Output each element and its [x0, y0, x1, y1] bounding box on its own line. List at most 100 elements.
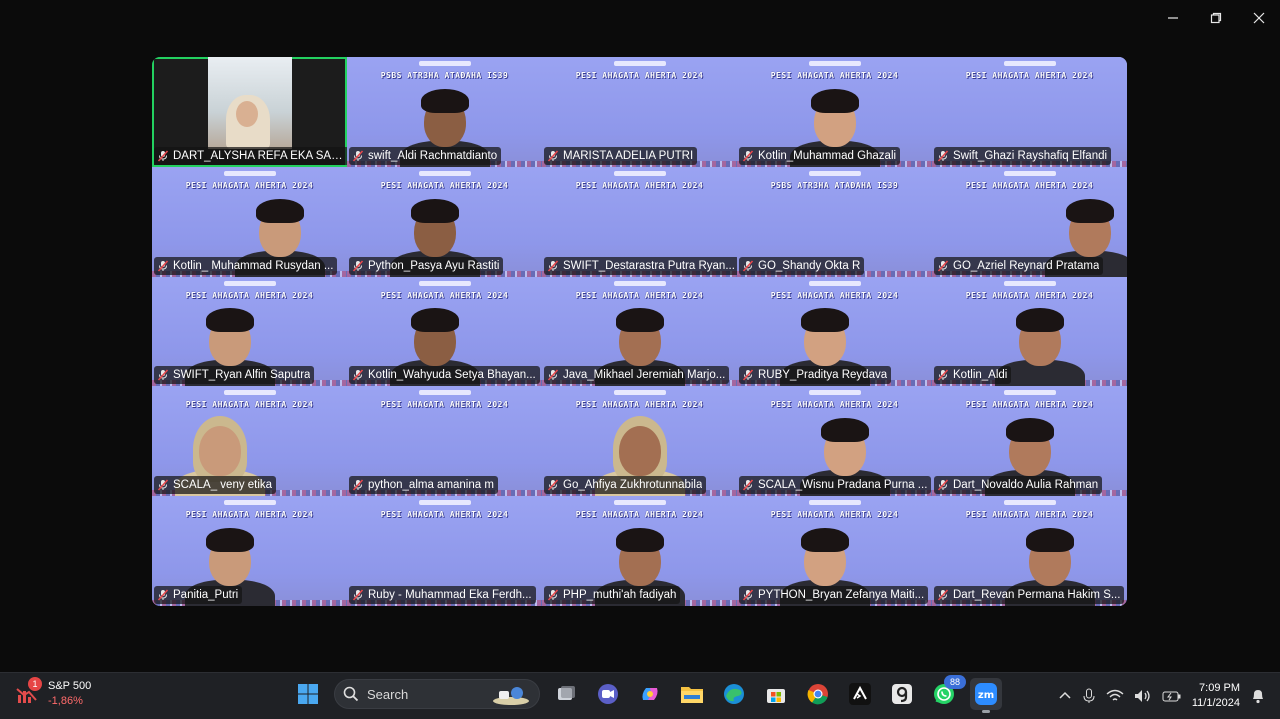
file-explorer-button[interactable]: [676, 678, 708, 710]
participant-tile[interactable]: PESI AHAGATA AHERTA 2024 PHP_muthi'ah fad…: [542, 496, 737, 606]
participant-nametag: Go_Ahfiya Zukhrotunnabila: [544, 476, 707, 495]
participant-tile[interactable]: PESI AHAGATA AHERTA 2024 Kotlin_ Muhammad…: [152, 166, 347, 277]
mic-muted-icon: [547, 479, 559, 491]
clock-time: 7:09 PM: [1199, 682, 1240, 694]
participant-tile[interactable]: PESI AHAGATA AHERTA 2024 SWIFT_Destarastr…: [542, 166, 737, 277]
copilot-button[interactable]: [634, 678, 666, 710]
participant-tile[interactable]: PESI AHAGATA AHERTA 2024 Go_Ahfiya Zukhro…: [542, 386, 737, 497]
participant-tile[interactable]: PESI AHAGATA AHERTA 2024 RUBY_Praditya Re…: [737, 276, 932, 387]
participant-tile[interactable]: PESI AHAGATA AHERTA 2024 Kotlin_Wahyuda S…: [347, 276, 542, 387]
notification-bell-icon[interactable]: [1250, 688, 1266, 704]
edge-button[interactable]: [718, 678, 750, 710]
battery-charging-icon[interactable]: [1162, 689, 1182, 703]
task-view-button[interactable]: [550, 678, 582, 710]
edge-icon: [724, 684, 744, 704]
participant-tile[interactable]: PESI AHAGATA AHERTA 2024 PYTHON_Bryan Zef…: [737, 496, 932, 606]
banner-bar: [223, 500, 276, 506]
participant-tile[interactable]: PESI AHAGATA AHERTA 2024 Java_Mikhael Jer…: [542, 276, 737, 387]
participant-nametag: SWIFT_Destarastra Putra Ryan...: [544, 256, 737, 275]
store-button[interactable]: [760, 678, 792, 710]
participant-tile[interactable]: PESI AHAGATA AHERTA 2024 GO_Azriel Reynar…: [932, 166, 1127, 277]
participant-nametag: swift_Aldi Rachmatdianto: [349, 146, 502, 165]
close-button[interactable]: [1237, 0, 1280, 36]
virtual-background-banner: PESI AHAGATA AHERTA 2024: [575, 180, 704, 190]
participant-name: PYTHON_Bryan Zefanya Maiti...: [758, 588, 925, 601]
whatsapp-badge: 88: [944, 675, 966, 689]
chrome-button[interactable]: [802, 678, 834, 710]
participant-nametag: RUBY_Praditya Reydava: [739, 366, 892, 385]
participant-nametag: Ruby - Muhammad Eka Ferdh...: [349, 585, 536, 604]
mic-muted-icon: [937, 589, 949, 601]
volume-icon[interactable]: [1134, 689, 1152, 703]
minimize-button[interactable]: [1151, 0, 1194, 36]
mic-muted-icon: [352, 369, 364, 381]
mic-muted-icon: [352, 589, 364, 601]
participant-nametag: Kotlin_ Muhammad Rusydan ...: [154, 256, 338, 275]
start-button[interactable]: [292, 678, 324, 710]
participant-tile[interactable]: PESI AHAGATA AHERTA 2024 Panitia_Putri: [152, 496, 347, 606]
banner-bar: [418, 500, 471, 506]
participant-tile[interactable]: PESI AHAGATA AHERTA 2024 Ruby - Muhammad …: [347, 496, 542, 606]
participant-nametag: python_alma amanina m: [349, 476, 498, 495]
participant-tile[interactable]: PSBS ATR3HA ATAĐAHA IS39 GO_Shandy Okta R: [737, 166, 932, 277]
participant-tile[interactable]: PESI AHAGATA AHERTA 2024 SCALA_ veny etik…: [152, 386, 347, 497]
restore-button[interactable]: [1194, 0, 1237, 36]
virtual-background-banner: PESI AHAGATA AHERTA 2024: [380, 510, 509, 520]
mic-muted-icon: [742, 150, 754, 162]
banner-bar: [223, 280, 276, 286]
virtual-background-banner: PESI AHAGATA AHERTA 2024: [965, 71, 1094, 80]
minimize-icon: [1167, 17, 1178, 19]
banner-bar: [223, 390, 276, 396]
banner-bar: [808, 390, 861, 396]
mic-muted-icon: [157, 150, 169, 162]
banner-bar: [613, 61, 666, 66]
notes-button[interactable]: [886, 678, 918, 710]
zoom-chat-button[interactable]: [592, 678, 624, 710]
participant-tile[interactable]: PESI AHAGATA AHERTA 2024 Dart_Revan Perma…: [932, 496, 1127, 606]
participant-nametag: GO_Azriel Reynard Pratama: [934, 256, 1104, 275]
store-icon: [767, 689, 785, 703]
banner-bar: [613, 280, 666, 286]
participant-name: GO_Shandy Okta R: [758, 259, 861, 272]
mic-muted-icon: [157, 369, 169, 381]
participant-name: PHP_muthi'ah fadiyah: [563, 588, 677, 601]
clock[interactable]: 7:09 PM 11/1/2024: [1192, 681, 1240, 711]
microphone-icon[interactable]: [1082, 688, 1096, 704]
virtual-background-banner: PESI AHAGATA AHERTA 2024: [380, 400, 509, 410]
participant-tile[interactable]: PESI AHAGATA AHERTA 2024 Kotlin_Muhammad …: [737, 57, 932, 167]
mic-muted-icon: [742, 369, 754, 381]
terminal-button[interactable]: [844, 678, 876, 710]
participant-tile[interactable]: PESI AHAGATA AHERTA 2024 Swift_Ghazi Rays…: [932, 57, 1127, 167]
search-icon: [343, 686, 359, 702]
search-box[interactable]: Search: [334, 679, 540, 709]
banner-bar: [613, 500, 666, 506]
participant-nametag: PHP_muthi'ah fadiyah: [544, 585, 681, 604]
participant-tile[interactable]: PESI AHAGATA AHERTA 2024 python_alma aman…: [347, 386, 542, 497]
participant-name: Dart_Revan Permana Hakim S...: [953, 588, 1121, 601]
participant-tile[interactable]: PESI AHAGATA AHERTA 2024 Dart_Novaldo Aul…: [932, 386, 1127, 497]
participant-tile[interactable]: DART_ALYSHA REFA EKA SALS...: [152, 57, 347, 167]
participant-name: python_alma amanina m: [368, 479, 494, 492]
participant-nametag: SCALA_Wisnu Pradana Purna ...: [739, 476, 932, 495]
participant-tile[interactable]: PSBS ATR3HA ATAĐAHA IS39 swift_Aldi Rachm…: [347, 57, 542, 167]
chevron-up-icon[interactable]: [1058, 689, 1072, 703]
whatsapp-button[interactable]: 88: [928, 675, 966, 710]
participant-name: swift_Aldi Rachmatdianto: [368, 149, 498, 162]
participant-nametag: SWIFT_Ryan Alfin Saputra: [154, 366, 315, 385]
participant-tile[interactable]: PESI AHAGATA AHERTA 2024 MARISTA ADELIA P…: [542, 57, 737, 167]
participant-name: Swift_Ghazi Rayshafiq Elfandi: [953, 149, 1108, 162]
participant-tile[interactable]: PESI AHAGATA AHERTA 2024 Python_Pasya Ayu…: [347, 166, 542, 277]
market-widget[interactable]: 1 S&P 500 -1,86%: [14, 677, 91, 709]
wifi-icon[interactable]: [1106, 689, 1124, 703]
mic-muted-icon: [352, 479, 364, 491]
participant-tile[interactable]: PESI AHAGATA AHERTA 2024 SWIFT_Ryan Alfin…: [152, 276, 347, 387]
participant-name: Kotlin_ Muhammad Rusydan ...: [173, 259, 334, 272]
participant-name: SCALA_ veny etika: [173, 479, 273, 492]
zoom-icon: zm: [975, 683, 997, 705]
participant-tile[interactable]: PESI AHAGATA AHERTA 2024 SCALA_Wisnu Prad…: [737, 386, 932, 497]
mic-muted-icon: [937, 369, 949, 381]
clock-date: 11/1/2024: [1191, 697, 1240, 709]
zoom-button[interactable]: zm: [970, 678, 1002, 713]
participant-tile[interactable]: PESI AHAGATA AHERTA 2024 Kotlin_Aldi: [932, 276, 1127, 387]
participant-name: Kotlin_Wahyuda Setya Bhayan...: [368, 369, 536, 382]
